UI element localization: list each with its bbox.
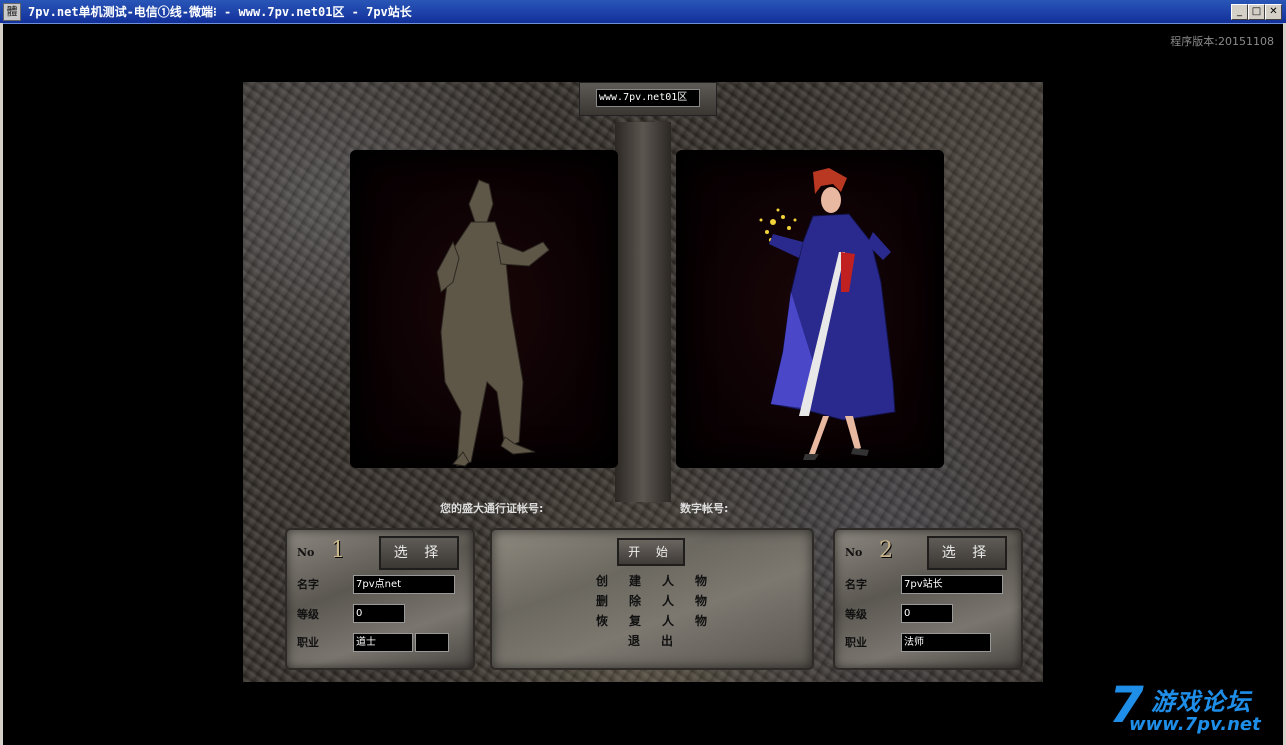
character-extra-field [415,633,449,652]
job-label: 职业 [297,636,319,649]
server-name: www.7pv.net01区 [596,89,700,107]
server-name-plate: www.7pv.net01区 [579,82,717,116]
select-character-1-button[interactable]: 选 择 [379,536,459,570]
watermark-url: www.7pv.net [1129,714,1261,735]
version-text: 程序版本:20151108 [1170,35,1274,48]
name-label: 名字 [297,578,319,591]
minimize-button[interactable]: _ [1231,4,1248,20]
slot-no-label: No [845,546,863,559]
character-name-field: 7pv站长 [901,575,1003,594]
level-label: 等级 [297,608,319,621]
slot-no-label: No [297,546,315,559]
character-alcove-2[interactable] [676,150,944,468]
character-alcove-1[interactable] [350,150,618,468]
character-info-panel-1: No 1 选 择 名字 7pv点net 等级 0 职业 道士 [285,528,475,670]
character-select-screen: www.7pv.net01区 您的盛大通行证帐号: 数字帐号: No 1 选 择… [243,82,1043,682]
shanda-account-label: 您的盛大通行证帐号: [440,502,544,515]
window-border-left [0,23,3,745]
menu-panel: 开 始 创建人物 删除人物 恢复人物 退出 [490,528,814,670]
name-label: 名字 [845,578,867,591]
exit-button[interactable]: 退出 [628,632,694,649]
digital-account-label: 数字帐号: [680,502,729,515]
character-job-field: 法师 [901,633,991,652]
stone-pillar [615,122,671,502]
slot-number: 2 [879,538,893,563]
start-game-button[interactable]: 开 始 [617,538,685,566]
character-info-panel-2: No 2 选 择 名字 7pv站长 等级 0 职业 法师 [833,528,1023,670]
window-titlebar[interactable]: 體 7pv.net单机测试-电信①线-微端⁝ - www.7pv.net01区 … [0,0,1286,24]
site-watermark: 7 游戏论坛 www.7pv.net [1109,676,1274,740]
character-job-field: 道士 [353,633,413,652]
watermark-title: 游戏论坛 [1151,688,1251,716]
select-character-2-button[interactable]: 选 择 [927,536,1007,570]
delete-character-button[interactable]: 删除人物 [596,592,728,609]
app-icon: 體 [3,3,21,21]
job-label: 职业 [845,636,867,649]
create-character-button[interactable]: 创建人物 [596,572,728,589]
restore-character-button[interactable]: 恢复人物 [596,612,728,629]
level-label: 等级 [845,608,867,621]
character-level-field: 0 [353,604,405,623]
character-name-field: 7pv点net [353,575,455,594]
maximize-button[interactable]: □ [1248,4,1265,20]
slot-number: 1 [331,538,345,563]
character-level-field: 0 [901,604,953,623]
close-button[interactable]: ✕ [1265,4,1282,20]
window-title: 7pv.net单机测试-电信①线-微端⁝ - www.7pv.net01区 - … [28,5,412,19]
